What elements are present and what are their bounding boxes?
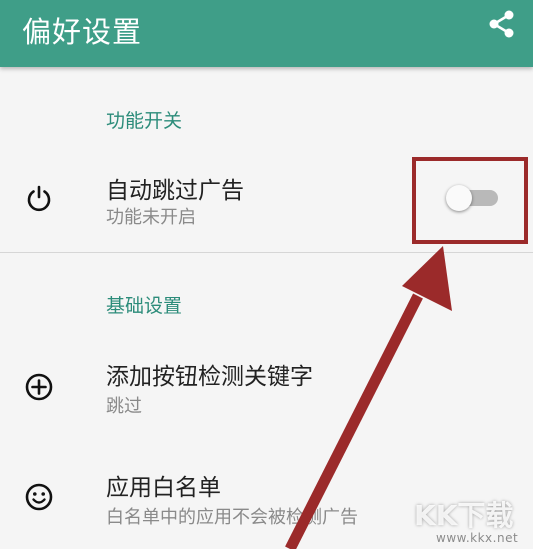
add-circle-icon — [25, 373, 53, 401]
divider — [0, 252, 533, 253]
app-bar: 偏好设置 — [0, 0, 533, 67]
auto-skip-title: 自动跳过广告 — [106, 178, 244, 204]
power-icon — [27, 185, 51, 212]
whitelist-summary: 白名单中的应用不会被检测广告 — [106, 507, 358, 528]
share-button[interactable] — [486, 8, 518, 40]
watermark-logo: KK下载 — [414, 499, 514, 532]
share-icon — [489, 10, 514, 38]
watermark-url: www.kkx.net — [436, 531, 519, 545]
highlight-box — [412, 157, 528, 244]
add-keyword-title: 添加按钮检测关键字 — [106, 364, 313, 390]
add-keyword-summary: 跳过 — [106, 396, 142, 417]
annotation-arrow — [285, 246, 452, 549]
auto-skip-summary: 功能未开启 — [106, 207, 196, 228]
section-header-features: 功能开关 — [106, 110, 183, 132]
whitelist-title: 应用白名单 — [106, 475, 221, 501]
section-header-basic: 基础设置 — [106, 295, 183, 317]
smile-icon — [25, 483, 53, 511]
page-title: 偏好设置 — [22, 15, 143, 49]
